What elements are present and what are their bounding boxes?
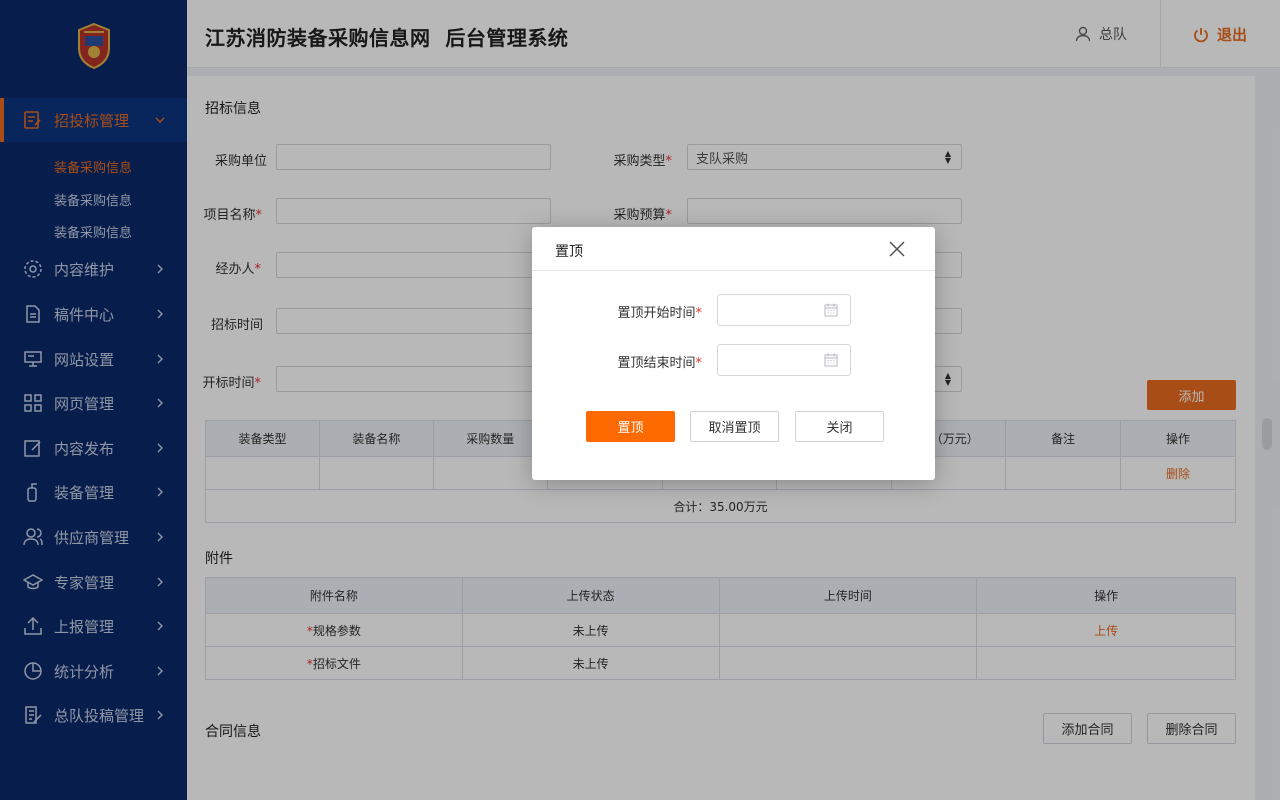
end-time-label: 置顶结束时间* [582,352,702,371]
cancel-pin-button[interactable]: 取消置顶 [690,411,779,442]
pin-confirm-button[interactable]: 置顶 [586,411,675,442]
start-time-picker[interactable] [717,294,851,326]
start-time-label-text: 置顶开始时间 [617,306,696,321]
dialog-header: 置顶 [532,227,935,271]
close-button[interactable]: 关闭 [795,411,884,442]
dialog-title: 置顶 [555,244,583,260]
calendar-icon [824,353,838,367]
end-time-label-text: 置顶结束时间 [617,356,696,371]
required-mark: * [695,356,703,371]
calendar-icon [824,303,838,317]
close-icon[interactable] [888,240,906,258]
start-time-label: 置顶开始时间* [582,302,702,321]
pin-to-top-dialog: 置顶 置顶开始时间* 置顶结束时间* 置顶 取消置顶 关闭 [532,227,935,480]
required-mark: * [695,306,703,321]
end-time-picker[interactable] [717,344,851,376]
